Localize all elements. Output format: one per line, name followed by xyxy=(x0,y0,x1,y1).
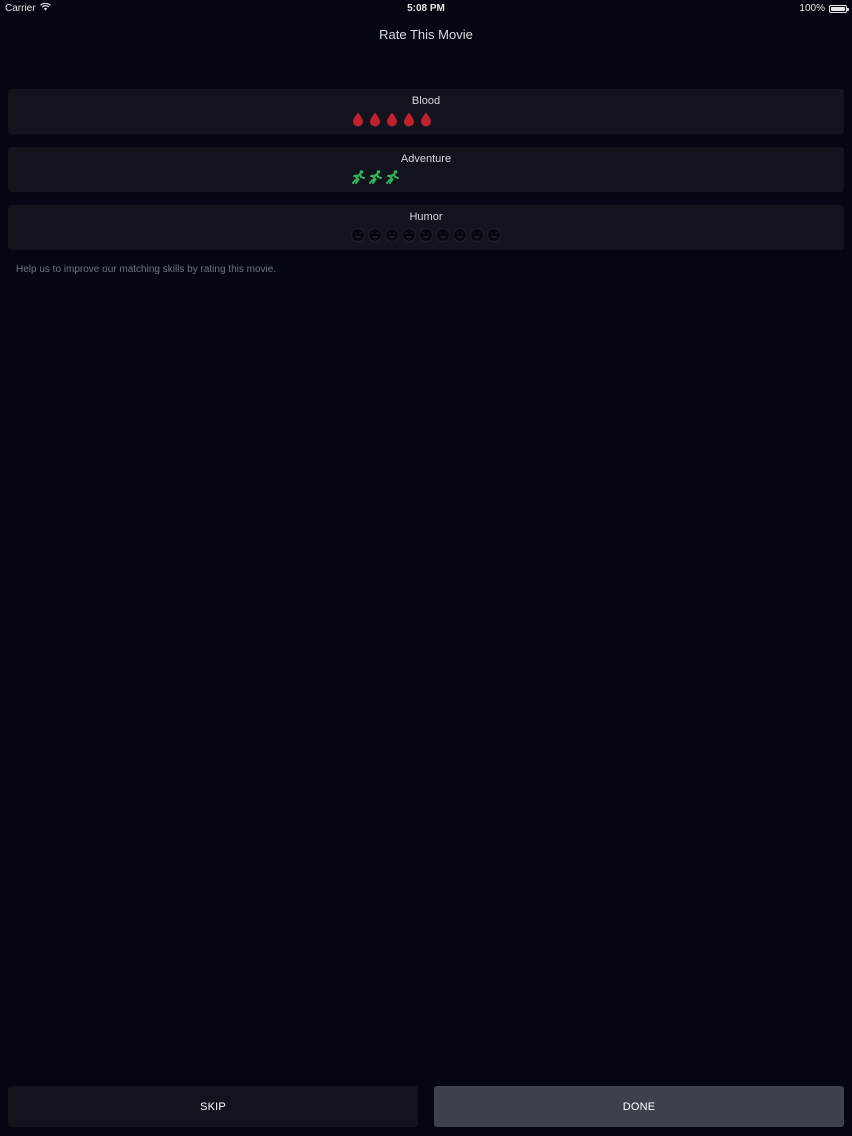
rating-label: Blood xyxy=(411,95,441,107)
rating-label: Adventure xyxy=(400,153,452,165)
runner-icon[interactable] xyxy=(350,169,366,185)
rating-card-humor: Humor xyxy=(8,205,844,250)
rating-card-adventure: Adventure xyxy=(8,147,844,192)
status-bar: Carrier 5:08 PM 100% xyxy=(0,0,852,18)
rating-icons-humor xyxy=(8,227,844,243)
rating-label: Humor xyxy=(409,211,443,223)
rating-icons-adventure xyxy=(8,169,844,185)
runner-icon[interactable] xyxy=(401,169,417,185)
runner-icon[interactable] xyxy=(486,169,502,185)
rating-card-blood: Blood xyxy=(8,89,844,134)
blood-drop-icon[interactable] xyxy=(418,111,434,127)
laughing-face-icon[interactable] xyxy=(350,227,366,243)
laughing-face-icon[interactable] xyxy=(418,227,434,243)
runner-icon[interactable] xyxy=(384,169,400,185)
blood-drop-icon[interactable] xyxy=(435,111,451,127)
runner-icon[interactable] xyxy=(452,169,468,185)
blood-drop-icon[interactable] xyxy=(469,111,485,127)
status-time: 5:08 PM xyxy=(407,3,445,14)
laughing-face-icon[interactable] xyxy=(401,227,417,243)
laughing-face-icon[interactable] xyxy=(367,227,383,243)
battery-icon xyxy=(829,4,849,13)
rating-icons-blood xyxy=(8,111,844,127)
runner-icon[interactable] xyxy=(435,169,451,185)
blood-drop-icon[interactable] xyxy=(367,111,383,127)
page-title: Rate This Movie xyxy=(379,27,473,42)
runner-icon[interactable] xyxy=(469,169,485,185)
runner-icon[interactable] xyxy=(418,169,434,185)
battery-percent: 100% xyxy=(799,3,825,14)
runner-icon[interactable] xyxy=(367,169,383,185)
help-text: Help us to improve our matching skills b… xyxy=(16,264,277,275)
laughing-face-icon[interactable] xyxy=(435,227,451,243)
blood-drop-icon[interactable] xyxy=(452,111,468,127)
skip-button[interactable]: SKIP xyxy=(8,1086,418,1127)
laughing-face-icon[interactable] xyxy=(469,227,485,243)
blood-drop-icon[interactable] xyxy=(401,111,417,127)
blood-drop-icon[interactable] xyxy=(384,111,400,127)
laughing-face-icon[interactable] xyxy=(452,227,468,243)
done-button[interactable]: DONE xyxy=(434,1086,844,1127)
blood-drop-icon[interactable] xyxy=(486,111,502,127)
rate-movie-screen: Carrier 5:08 PM 100% Rate This Movie Blo… xyxy=(0,0,852,1136)
blood-drop-icon[interactable] xyxy=(350,111,366,127)
laughing-face-icon[interactable] xyxy=(486,227,502,243)
status-right: 100% xyxy=(799,3,849,14)
laughing-face-icon[interactable] xyxy=(384,227,400,243)
